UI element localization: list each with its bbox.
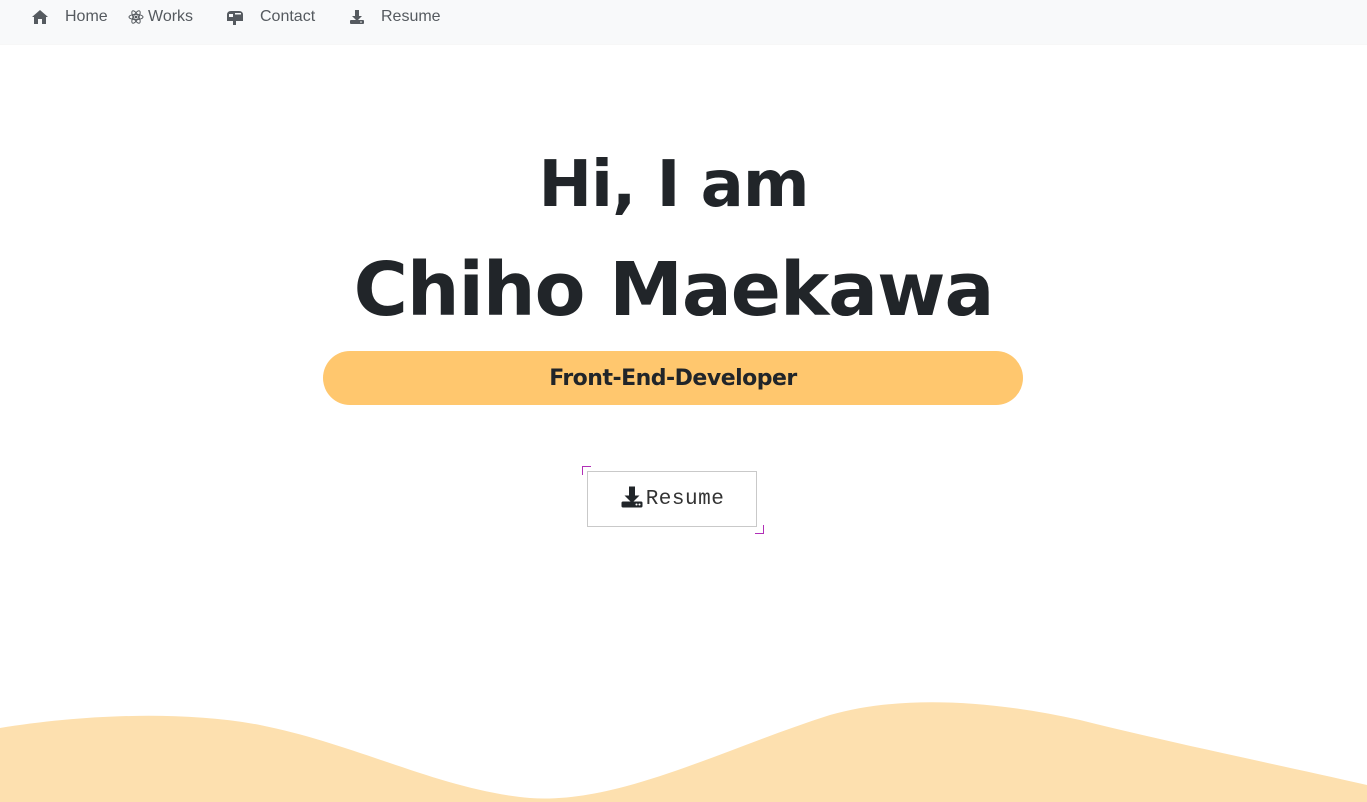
mailbox-icon: [225, 9, 244, 25]
resume-download-button[interactable]: Resume: [587, 471, 757, 527]
nav-link-home[interactable]: Home: [31, 0, 108, 34]
react-atom-icon: [128, 9, 144, 25]
top-navbar: Home Works Contact Resume: [0, 0, 1367, 44]
nav-link-resume[interactable]: Resume: [349, 0, 441, 34]
focus-corner-bottom-right: [755, 525, 764, 534]
nav-works-label: Works: [148, 8, 194, 25]
nav-link-contact[interactable]: Contact: [225, 0, 315, 34]
nav-contact-label: Contact: [260, 8, 316, 25]
nav-home-label: Home: [65, 8, 108, 25]
nav-link-works[interactable]: Works: [128, 0, 193, 34]
role-label: Front-End-Developer: [549, 365, 797, 391]
decorative-wave: [0, 702, 1367, 802]
home-icon: [31, 9, 49, 25]
download-icon: [620, 485, 644, 514]
greeting-heading: Hi, I am: [538, 148, 809, 222]
nav-resume-label: Resume: [381, 8, 441, 25]
role-badge: Front-End-Developer: [323, 351, 1023, 405]
resume-button-label: Resume: [645, 487, 725, 511]
download-icon: [349, 9, 365, 25]
name-heading: Chiho Maekawa: [353, 247, 995, 333]
